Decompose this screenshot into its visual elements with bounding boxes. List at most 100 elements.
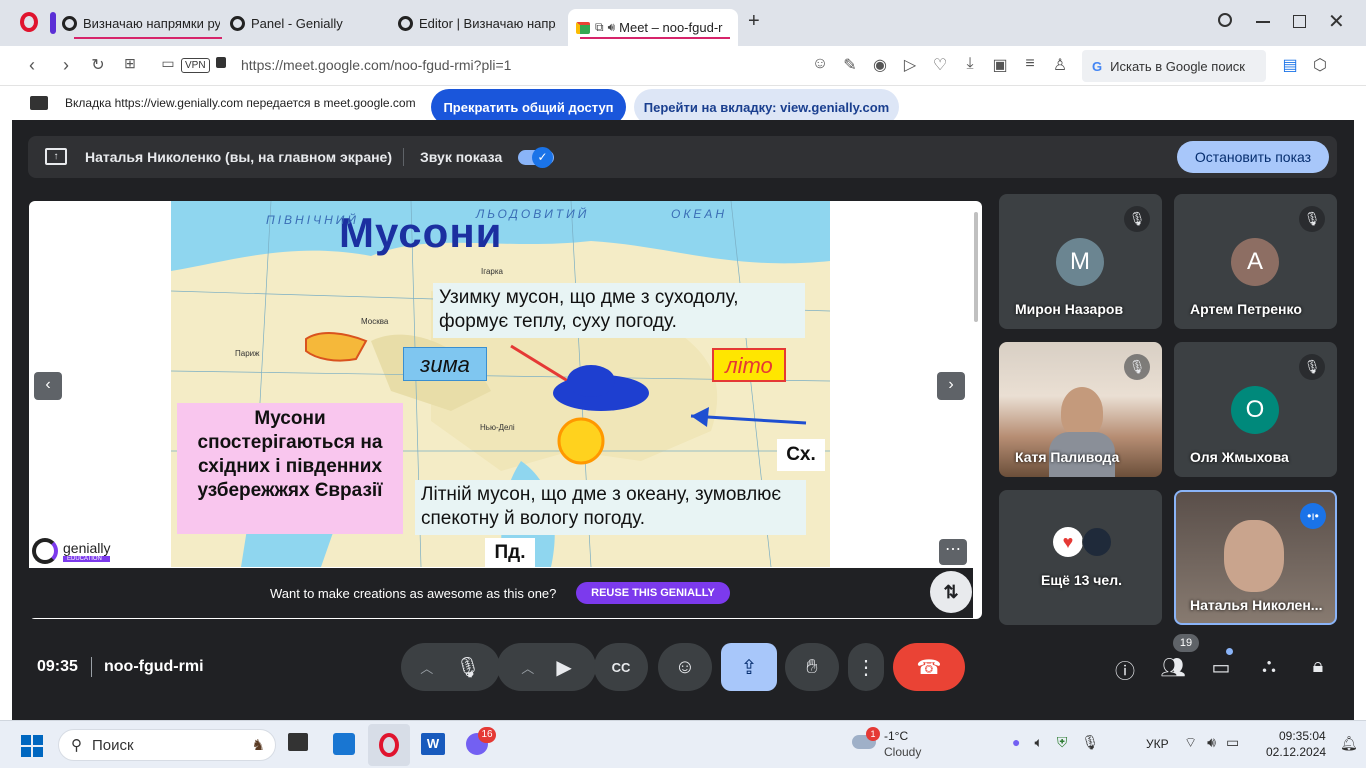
participant-video-tile[interactable]: 🎙︎ Катя Паливода — [999, 342, 1162, 477]
map-label-city: Москва — [361, 317, 389, 326]
genially-favicon-icon — [230, 15, 245, 31]
audio-options-group: ︿ 🎙︎ — [401, 643, 500, 691]
swap-scroll-button[interactable]: ⇅ — [930, 571, 972, 613]
participant-name: Наталья Николен... — [1190, 597, 1323, 613]
leave-call-button[interactable]: ☎︎ — [893, 643, 965, 691]
profile-icon[interactable]: ♙ — [1048, 55, 1072, 75]
settings-icon[interactable]: ≡ — [1018, 55, 1042, 75]
word-icon[interactable]: W — [421, 733, 445, 755]
more-participants-label: Ещё 13 чел. — [1041, 572, 1122, 588]
tab-title: Editor | Визначаю напрям — [419, 15, 556, 31]
vpn-badge[interactable]: VPN — [181, 58, 210, 73]
more-participants-tile[interactable]: ♥ Ещё 13 чел. — [999, 490, 1162, 625]
maximize-button[interactable] — [1293, 15, 1306, 28]
video-options-group: ︿ ▶︎ — [497, 643, 596, 691]
close-window-button[interactable]: ✕ — [1328, 9, 1345, 34]
chevron-up-icon[interactable]: ︿ — [521, 658, 534, 677]
notifications-icon[interactable]: 🔔︎ — [1340, 735, 1358, 752]
map-label-city: Париж — [235, 349, 260, 358]
more-options-icon[interactable]: ⋮ — [848, 643, 884, 691]
volume-mute-icon[interactable]: 🔈︎ — [1034, 734, 1042, 751]
extensions-icon[interactable]: ⬡ — [1308, 55, 1332, 75]
reactions-button[interactable]: ☺ — [658, 643, 712, 691]
camera-icon[interactable]: ▭ — [156, 55, 180, 72]
keyboard-language[interactable]: УКР — [1146, 737, 1169, 751]
opera-icon — [379, 733, 399, 757]
raise-hand-button[interactable]: ✋︎ — [785, 643, 839, 691]
store-icon[interactable] — [333, 733, 355, 755]
download-icon[interactable]: ⤓ — [958, 55, 982, 75]
tab-search-icon[interactable] — [1218, 13, 1232, 27]
sidebar-toggle-icon[interactable]: ▤ — [1278, 55, 1302, 75]
camera-icon[interactable]: ▶︎ — [556, 655, 571, 680]
toggle-knob-check-icon: ✓ — [532, 147, 553, 168]
previous-slide-button[interactable]: ‹ — [34, 372, 62, 400]
stop-presenting-button[interactable]: Остановить показ — [1177, 141, 1329, 173]
emoji-icon[interactable]: ☺ — [808, 55, 832, 75]
volume-icon[interactable]: 🔊︎ — [1207, 734, 1216, 752]
browser-tab[interactable]: Визначаю напрямки рух — [62, 9, 220, 37]
opera-logo-icon[interactable] — [20, 12, 38, 32]
participant-tile[interactable]: 🎙︎ О Оля Жмыхова — [1174, 342, 1337, 477]
people-icon[interactable]: 👥︎ — [1158, 655, 1188, 680]
participant-name: Мирон Назаров — [1015, 301, 1124, 317]
snapshot-icon[interactable]: ◉ — [868, 55, 892, 75]
battery-icon[interactable]: ▭ — [1226, 734, 1239, 752]
security-icon[interactable]: ⛨ — [1057, 734, 1068, 751]
participant-name: Артем Петренко — [1190, 301, 1302, 317]
share-banner-text: Вкладка https://view.genially.com переда… — [65, 96, 416, 110]
microphone-icon[interactable]: 🎙︎ — [455, 655, 480, 680]
present-now-button[interactable]: ⇪ — [721, 643, 777, 691]
new-tab-button[interactable]: + — [748, 10, 760, 33]
captions-button[interactable]: CC — [594, 643, 648, 691]
activities-icon[interactable]: ⛬ — [1254, 655, 1284, 678]
host-controls-icon[interactable]: 🔒︎ — [1303, 655, 1333, 678]
url-field[interactable]: https://meet.google.com/noo-fgud-rmi?pli… — [241, 57, 511, 73]
participant-tile[interactable]: 🎙︎ М Мирон Назаров — [999, 194, 1162, 329]
send-icon[interactable]: ▷ — [898, 55, 922, 75]
google-search-box[interactable]: G Искать в Google поиск — [1082, 50, 1266, 82]
sound-toggle[interactable]: ✓ — [518, 147, 554, 168]
meeting-time: 09:35 — [37, 658, 78, 675]
presenting-bar: ↑ Наталья Николенко (вы, на главном экра… — [28, 136, 1337, 178]
forward-icon[interactable]: › — [54, 55, 78, 76]
speed-dial-icon[interactable]: ⊞ — [118, 55, 142, 72]
player-icon[interactable]: ▣ — [988, 55, 1012, 75]
wifi-icon[interactable]: ⌔ — [1184, 734, 1197, 752]
info-icon[interactable]: ⓘ — [1110, 655, 1140, 684]
self-video-tile[interactable]: •ı• Наталья Николен... — [1174, 490, 1337, 625]
google-icon: G — [1092, 58, 1103, 74]
minimize-button[interactable] — [1256, 21, 1270, 23]
muted-mic-icon: 🎙︎ — [1299, 206, 1325, 232]
clock-date[interactable]: 02.12.2024 — [1266, 745, 1326, 759]
participant-name: Катя Паливода — [1015, 449, 1120, 465]
tab-sharing-banner: Вкладка https://view.genially.com переда… — [0, 86, 1366, 125]
viber-tray-icon[interactable]: ● — [1012, 734, 1020, 751]
reuse-genially-button[interactable]: REUSE THIS GENIALLY — [576, 582, 730, 604]
frame-scrollbar[interactable] — [974, 212, 978, 322]
taskbar-search-box[interactable]: ⚲ Поиск ♞ — [58, 729, 276, 761]
clock-time[interactable]: 09:35:04 — [1279, 729, 1326, 743]
browser-tab[interactable]: Panel - Genially — [230, 9, 390, 37]
heart-icon[interactable]: ♡ — [928, 55, 952, 75]
browser-tab[interactable]: Editor | Визначаю напрям — [398, 9, 556, 37]
picture-in-picture-icon: ⧉ — [595, 20, 604, 34]
chat-icon[interactable]: ▭ — [1206, 655, 1236, 680]
tab-title: Panel - Genially — [251, 15, 343, 31]
edit-icon[interactable]: ✎ — [838, 55, 862, 75]
next-slide-button[interactable]: › — [937, 372, 965, 400]
more-options-button[interactable]: ⋯ — [939, 539, 967, 565]
map-label-ocean-3: ОКЕАН — [671, 207, 728, 221]
reload-icon[interactable]: ↻ — [86, 55, 110, 75]
east-label: Сх. — [777, 439, 825, 471]
back-icon[interactable]: ‹ — [20, 55, 44, 76]
chevron-up-icon[interactable]: ︿ — [420, 658, 433, 677]
opera-taskbar-app[interactable] — [368, 724, 410, 766]
lock-icon — [216, 57, 226, 68]
start-button-icon[interactable] — [21, 735, 43, 757]
microphone-tray-icon[interactable]: 🎙︎ — [1081, 734, 1099, 751]
people-count-badge: 19 — [1173, 634, 1199, 652]
browser-tab-active[interactable]: ⧉ 🔊︎ Meet – noo-fgud-r — [568, 9, 738, 46]
participant-tile[interactable]: 🎙︎ А Артем Петренко — [1174, 194, 1337, 329]
task-view-icon[interactable] — [288, 733, 308, 751]
